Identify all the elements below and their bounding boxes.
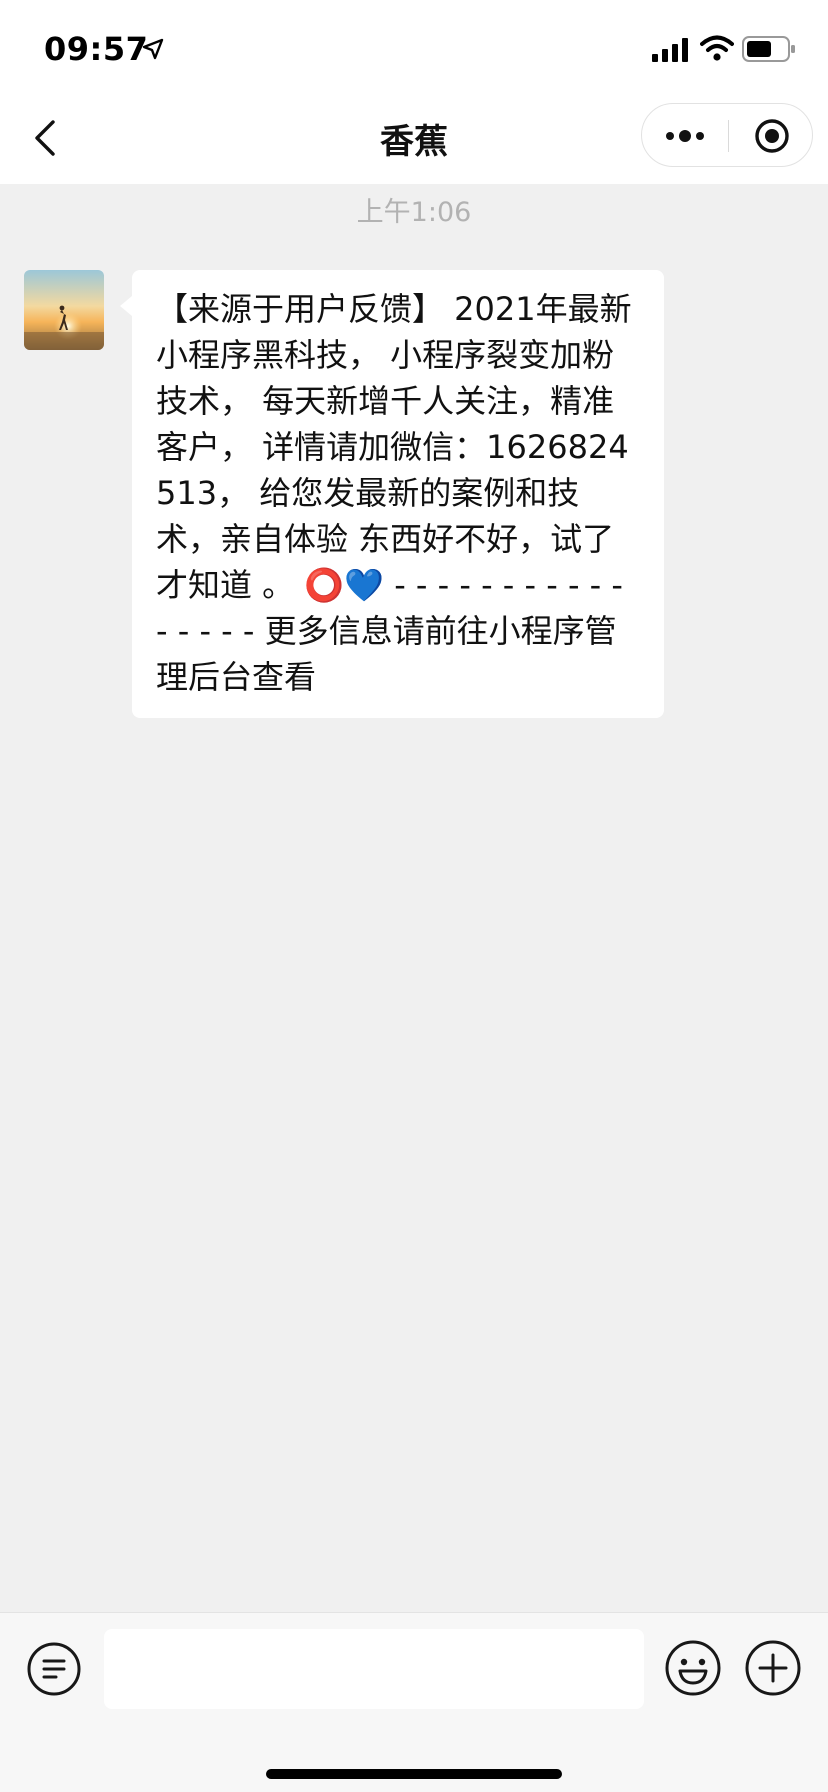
message-text: 【来源于用户反馈】 2021年最新小程序黑科技， 小程序裂变加粉技术， 每天新增… [156, 290, 632, 696]
plus-icon [745, 1640, 801, 1696]
plus-button[interactable] [744, 1639, 802, 1697]
message-timestamp: 上午1:06 [356, 197, 472, 228]
signal-icon [652, 38, 688, 62]
chat-area[interactable]: 上午1:06 【来源于用户反馈】 2021年最新小程序黑科技， 小程序裂变加粉技… [0, 184, 828, 1612]
battery-icon [742, 36, 795, 62]
capsule-menu [641, 103, 813, 167]
message-bubble[interactable]: 【来源于用户反馈】 2021年最新小程序黑科技， 小程序裂变加粉技术， 每天新增… [120, 270, 664, 718]
more-button[interactable] [642, 104, 728, 168]
status-time: 09:57 [44, 30, 149, 68]
input-bar [0, 1612, 828, 1792]
wifi-icon [700, 35, 734, 61]
home-indicator [266, 1769, 562, 1779]
voice-button[interactable] [26, 1641, 82, 1697]
more-dots-icon [666, 130, 704, 142]
message-input[interactable] [104, 1629, 644, 1709]
screen: 09:57 香蕉 上午1:06 【来源于用户反馈】 2021年最新小程序黑科技，… [0, 0, 828, 1792]
emoji-button[interactable] [664, 1639, 722, 1697]
avatar-sunset-image [24, 270, 104, 350]
location-arrow-icon [142, 38, 164, 60]
status-bar: 09:57 [0, 0, 828, 92]
emoji-icon [665, 1640, 721, 1696]
nav-bar: 香蕉 [0, 92, 828, 184]
record-circle-icon [754, 119, 789, 153]
avatar[interactable] [24, 270, 104, 350]
voice-icon [27, 1642, 81, 1696]
close-miniprogram-button[interactable] [729, 104, 814, 168]
